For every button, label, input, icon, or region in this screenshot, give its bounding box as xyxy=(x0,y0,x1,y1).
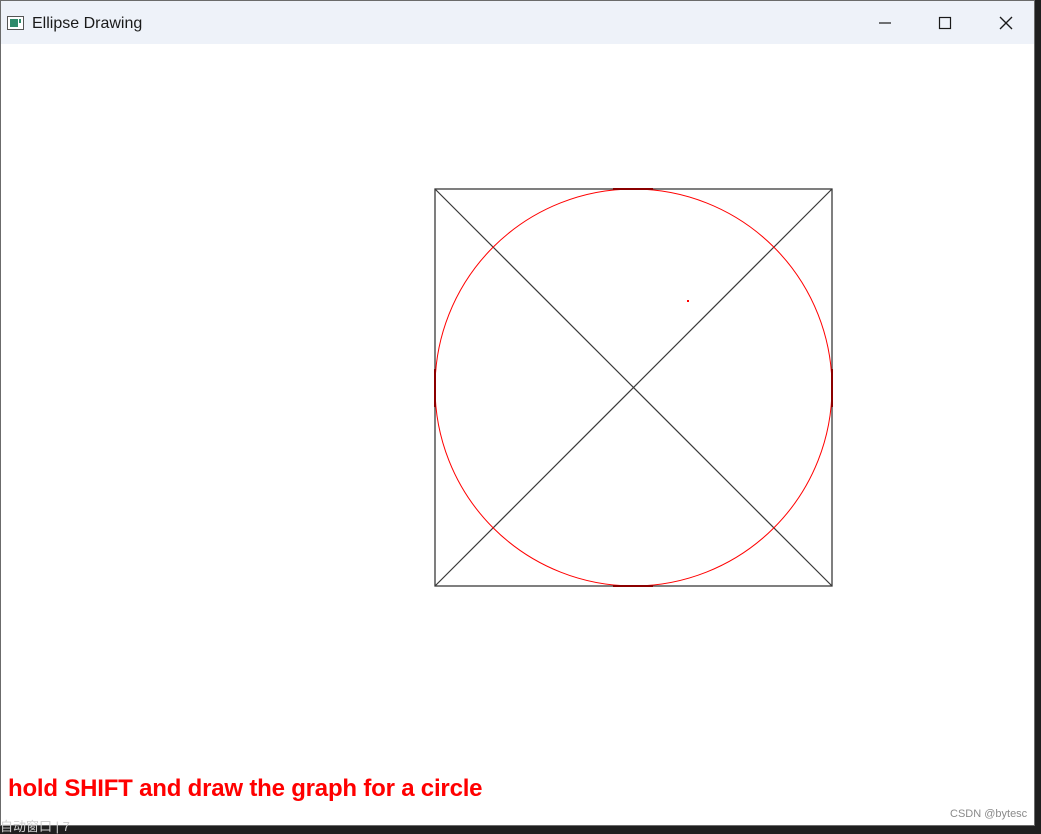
close-icon xyxy=(999,16,1013,29)
window-title: Ellipse Drawing xyxy=(32,15,143,32)
maximize-button[interactable] xyxy=(915,1,975,44)
close-button[interactable] xyxy=(976,1,1034,44)
maximize-icon xyxy=(938,16,952,29)
background-window-text: 自动窗口 | 7 xyxy=(0,819,70,834)
ellipse-left-marker xyxy=(434,369,436,407)
watermark-text: CSDN @bytesc xyxy=(950,808,1028,820)
minimize-button[interactable] xyxy=(855,1,915,44)
shift-hint-text: hold SHIFT and draw the graph for a circ… xyxy=(8,775,483,802)
stray-pixel xyxy=(687,300,689,302)
app-window-icon xyxy=(7,16,24,30)
title-bar[interactable]: Ellipse Drawing xyxy=(1,1,1034,44)
drawing-surface[interactable] xyxy=(1,44,1034,825)
ellipse-top-marker xyxy=(613,188,653,190)
app-window: Ellipse Drawing hold SHIFT and draw the … xyxy=(0,0,1035,826)
ellipse-right-marker xyxy=(831,369,833,407)
minimize-icon xyxy=(879,21,891,24)
ellipse-bottom-marker xyxy=(613,585,653,587)
drawing-canvas[interactable]: hold SHIFT and draw the graph for a circ… xyxy=(1,44,1034,825)
